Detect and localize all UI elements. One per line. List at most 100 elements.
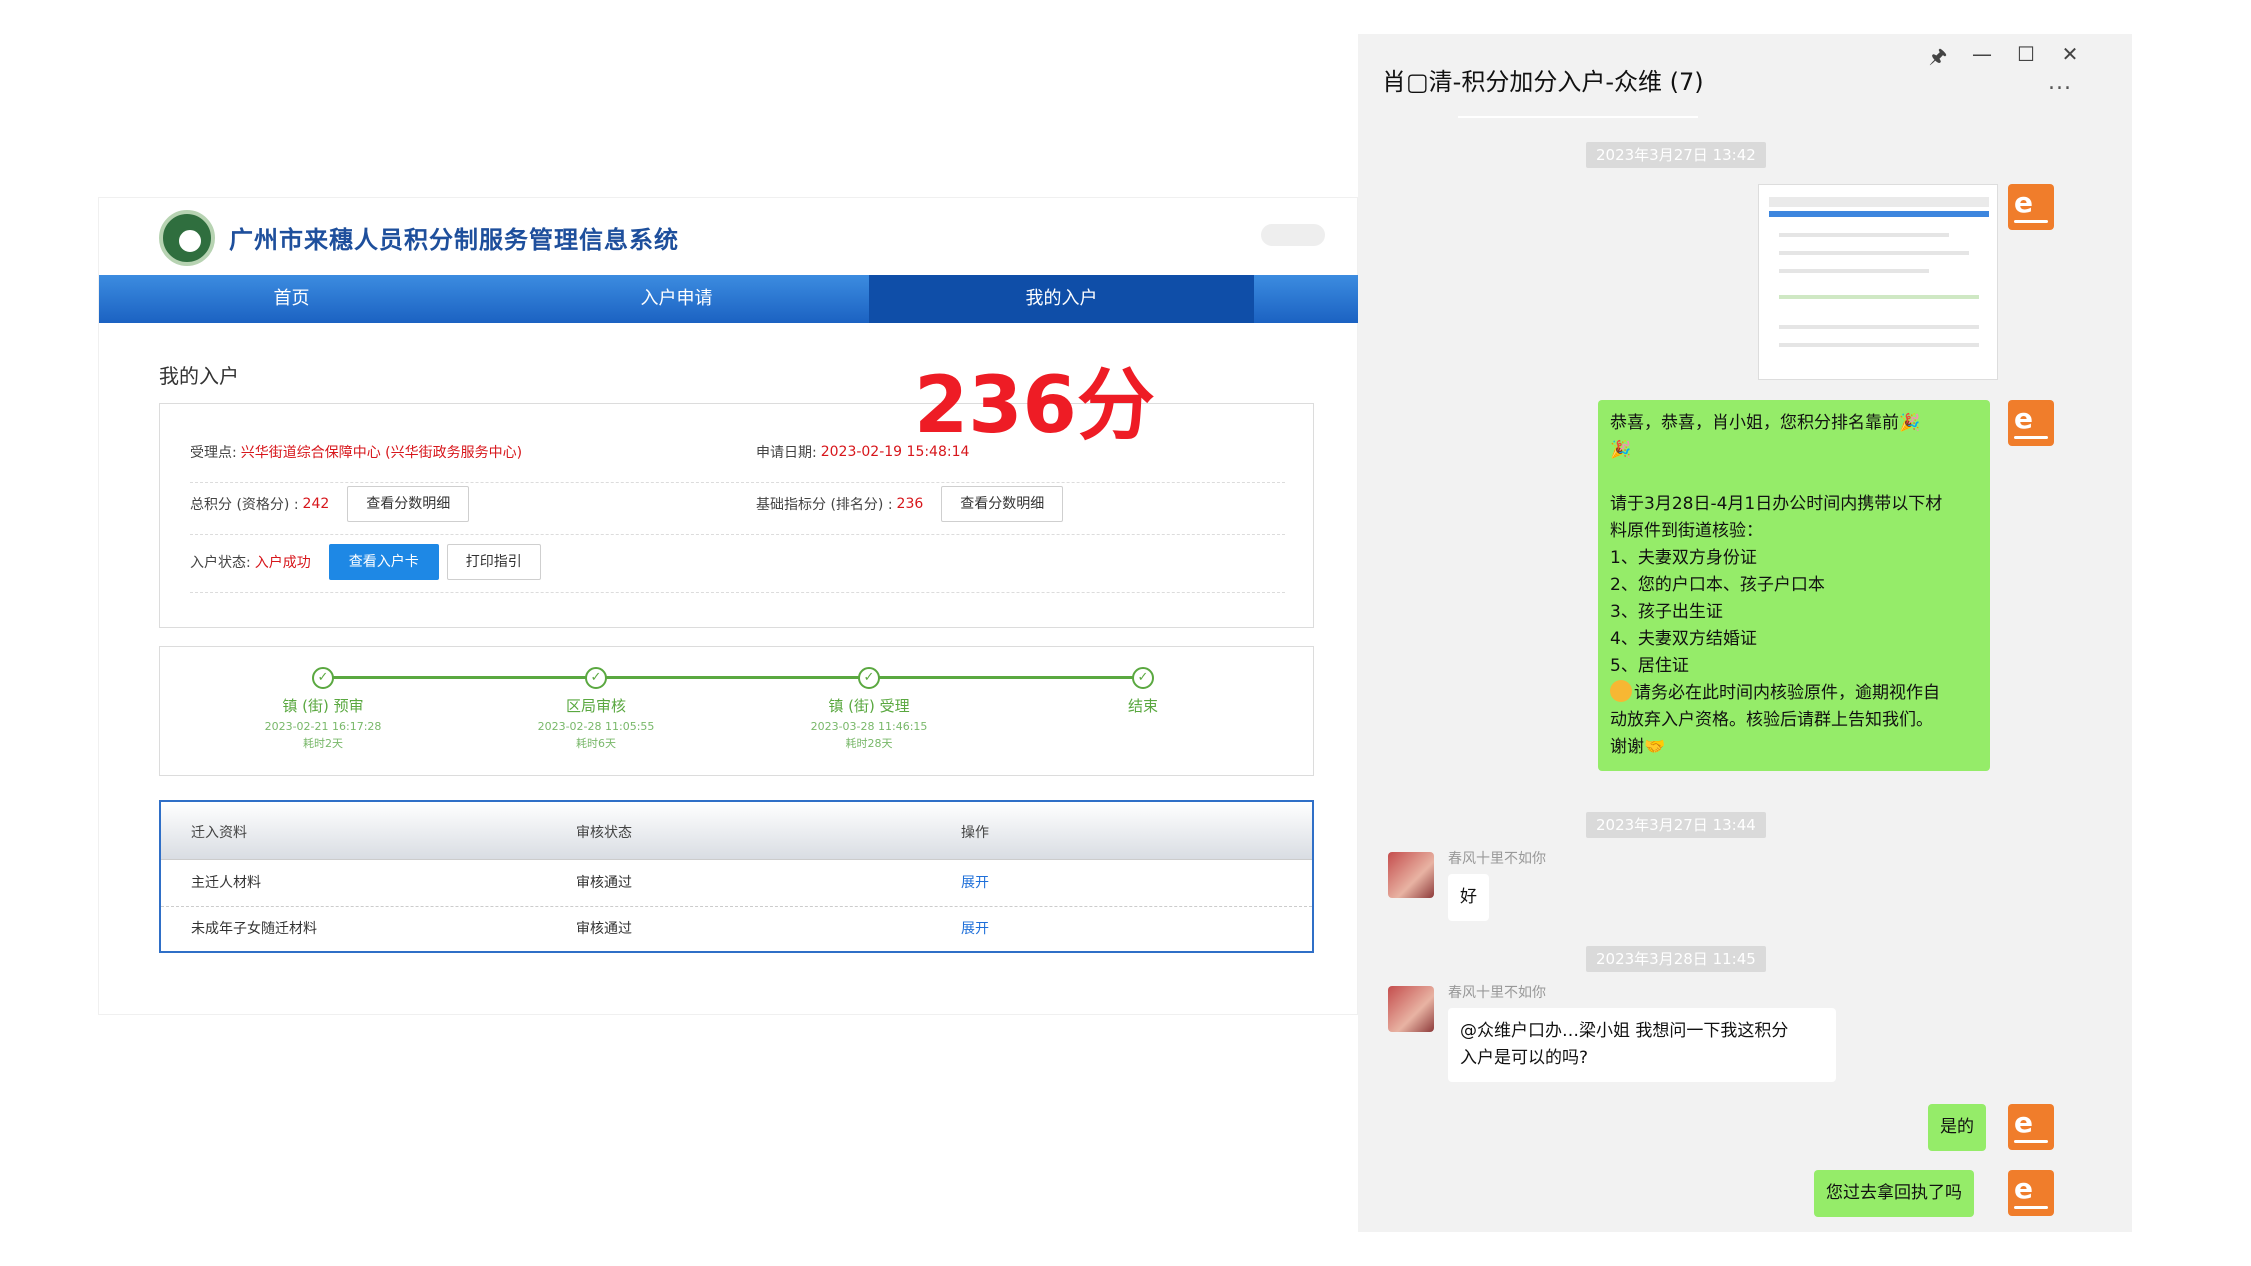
base-score-row: 基础指标分 (排名分) : 236 查看分数明细	[756, 486, 1064, 522]
warning-line: 请务必在此时间内核验原件，逾期视作自	[1610, 680, 1978, 707]
main-nav: 首页 入户申请 我的入户	[99, 275, 1359, 323]
image-message[interactable]	[1758, 184, 1998, 380]
message-text: 您过去拿回执了吗	[1826, 1183, 1962, 1203]
window-edge	[2132, 34, 2172, 1232]
status-label: 入户状态:	[190, 555, 251, 571]
progress-line	[323, 676, 1143, 679]
step-elapsed: 耗时28天	[845, 737, 893, 750]
progress-card: ✓ 镇 (街) 预审 2023-02-21 16:17:28 耗时2天 ✓ 区局…	[159, 646, 1314, 776]
step-date: 2023-02-28 11:05:55	[537, 720, 655, 733]
message-line: 谢谢🤝	[1610, 737, 1666, 757]
accept-point-value: 兴华街道综合保障中心 (兴华街政务服务中心)	[240, 445, 523, 461]
message-line: 请于3月28日-4月1日办公时间内携带以下材	[1610, 494, 1943, 514]
close-icon[interactable]: ✕	[2058, 42, 2082, 66]
sender-name: 春风十里不如你	[1448, 851, 1546, 867]
header-user-pill[interactable]	[1261, 224, 1325, 246]
total-score-row: 总积分 (资格分) : 242 查看分数明细	[190, 486, 470, 522]
message-line: 恭喜，恭喜，肖小姐，您积分排名靠前🎉	[1610, 413, 1921, 433]
step-elapsed: 耗时6天	[576, 737, 616, 750]
message-line: 🎉	[1610, 440, 1632, 460]
timestamp: 2023年3月27日 13:42	[1586, 142, 1766, 168]
message-line: 入户是可以的吗?	[1460, 1048, 1589, 1068]
government-emblem-icon	[159, 210, 215, 266]
check-icon: ✓	[858, 667, 880, 689]
column-header: 操作	[961, 825, 989, 841]
nav-my-household[interactable]: 我的入户	[869, 275, 1254, 323]
thumbnail-line	[1779, 269, 1929, 273]
thumbnail-line	[1779, 343, 1979, 347]
chat-title: 肖▢清-积分加分入户-众维 (7)	[1382, 68, 1704, 96]
sender-name: 春风十里不如你	[1448, 985, 1546, 1001]
review-status: 审核通过	[576, 921, 632, 937]
points-system-window: 广州市来穗人员积分制服务管理信息系统 首页 入户申请 我的入户 我的入户 受理点…	[98, 197, 1359, 1015]
message-bubble[interactable]: 是的	[1928, 1104, 1986, 1151]
progress-step: ✓ 区局审核 2023-02-28 11:05:55 耗时6天	[476, 667, 716, 751]
message-text: 好	[1460, 887, 1477, 907]
message-bubble[interactable]: 好	[1448, 874, 1489, 921]
progress-step: ✓ 镇 (街) 预审 2023-02-21 16:17:28 耗时2天	[203, 667, 443, 751]
message-line: 料原件到街道核验：	[1610, 521, 1763, 541]
chat-window: 🖈 — ☐ ✕ 肖▢清-积分加分入户-众维 (7) ... 2023年3月27日…	[1358, 34, 2172, 1232]
divider	[190, 534, 1285, 535]
maximize-icon[interactable]: ☐	[2014, 42, 2038, 66]
expand-link[interactable]: 展开	[961, 860, 989, 906]
step-date: 2023-02-21 16:17:28	[264, 720, 382, 733]
avatar[interactable]	[1388, 852, 1434, 898]
pin-icon[interactable]: 🖈	[1926, 42, 1950, 76]
total-score-label: 总积分 (资格分) :	[190, 497, 299, 513]
avatar[interactable]	[2008, 1104, 2054, 1150]
step-date: 2023-03-28 11:46:15	[810, 720, 928, 733]
expand-link[interactable]: 展开	[961, 906, 989, 952]
materials-table: 迁入资料 审核状态 操作 主迁人材料 审核通过 展开 未成年子女随迁材料 审核通…	[159, 800, 1314, 953]
view-base-detail-button[interactable]: 查看分数明细	[941, 486, 1064, 522]
status-row: 入户状态: 入户成功 查看入户卡 打印指引	[190, 544, 541, 580]
check-icon: ✓	[312, 667, 334, 689]
site-header: 广州市来穗人员积分制服务管理信息系统	[99, 198, 1357, 275]
table-row: 主迁人材料 审核通过 展开	[161, 860, 1312, 906]
step-name: 区局审核	[565, 697, 626, 715]
status-value: 入户成功	[254, 555, 311, 571]
material-name: 主迁人材料	[191, 875, 261, 891]
total-score-value: 242	[302, 496, 330, 512]
print-guide-button[interactable]: 打印指引	[446, 544, 541, 580]
smile-emoji-icon	[1610, 680, 1632, 702]
column-header: 迁入资料	[191, 825, 247, 841]
message-bubble[interactable]: 恭喜，恭喜，肖小姐，您积分排名靠前🎉 🎉 请于3月28日-4月1日办公时间内携带…	[1598, 400, 1990, 771]
progress-step: ✓ 镇 (街) 受理 2023-03-28 11:46:15 耗时28天	[749, 667, 989, 751]
minimize-icon[interactable]: —	[1970, 42, 1994, 66]
thumbnail-line	[1779, 233, 1949, 237]
apply-date-label: 申请日期:	[756, 445, 817, 461]
message-line	[1610, 464, 1978, 491]
view-total-detail-button[interactable]: 查看分数明细	[347, 486, 470, 522]
title-underline	[1458, 116, 1698, 118]
timestamp: 2023年3月28日 11:45	[1586, 946, 1766, 972]
thumbnail-line	[1779, 251, 1969, 255]
step-name: 结束	[1127, 697, 1158, 715]
table-header: 迁入资料 审核状态 操作	[161, 802, 1312, 860]
avatar[interactable]	[2008, 400, 2054, 446]
base-score-label: 基础指标分 (排名分) :	[756, 497, 893, 513]
thumbnail-header	[1769, 197, 1989, 207]
divider	[190, 592, 1285, 593]
message-line: 4、夫妻双方结婚证	[1610, 629, 1757, 649]
avatar[interactable]	[1388, 986, 1434, 1032]
step-name: 镇 (街) 受理	[828, 697, 910, 715]
nav-apply[interactable]: 入户申请	[484, 275, 869, 323]
nav-home[interactable]: 首页	[99, 275, 484, 323]
step-name: 镇 (街) 预审	[282, 697, 364, 715]
message-bubble[interactable]: 您过去拿回执了吗	[1814, 1170, 1974, 1217]
step-elapsed: 耗时2天	[303, 737, 343, 750]
message-bubble[interactable]: @众维户口办…梁小姐 我想问一下我这积分 入户是可以的吗?	[1448, 1008, 1836, 1082]
more-icon[interactable]: ...	[2048, 70, 2072, 95]
thumbnail-line	[1779, 325, 1979, 329]
message-line: 请务必在此时间内核验原件，逾期视作自	[1634, 683, 1940, 703]
message-line: @众维户口办…梁小姐 我想问一下我这积分	[1460, 1021, 1789, 1041]
table-row: 未成年子女随迁材料 审核通过 展开	[161, 906, 1312, 952]
avatar[interactable]	[2008, 184, 2054, 230]
avatar[interactable]	[2008, 1170, 2054, 1216]
view-household-card-button[interactable]: 查看入户卡	[328, 544, 439, 580]
check-icon: ✓	[1132, 667, 1154, 689]
message-line: 动放弃入户资格。核验后请群上告知我们。	[1610, 710, 1933, 730]
column-header: 审核状态	[576, 825, 632, 841]
